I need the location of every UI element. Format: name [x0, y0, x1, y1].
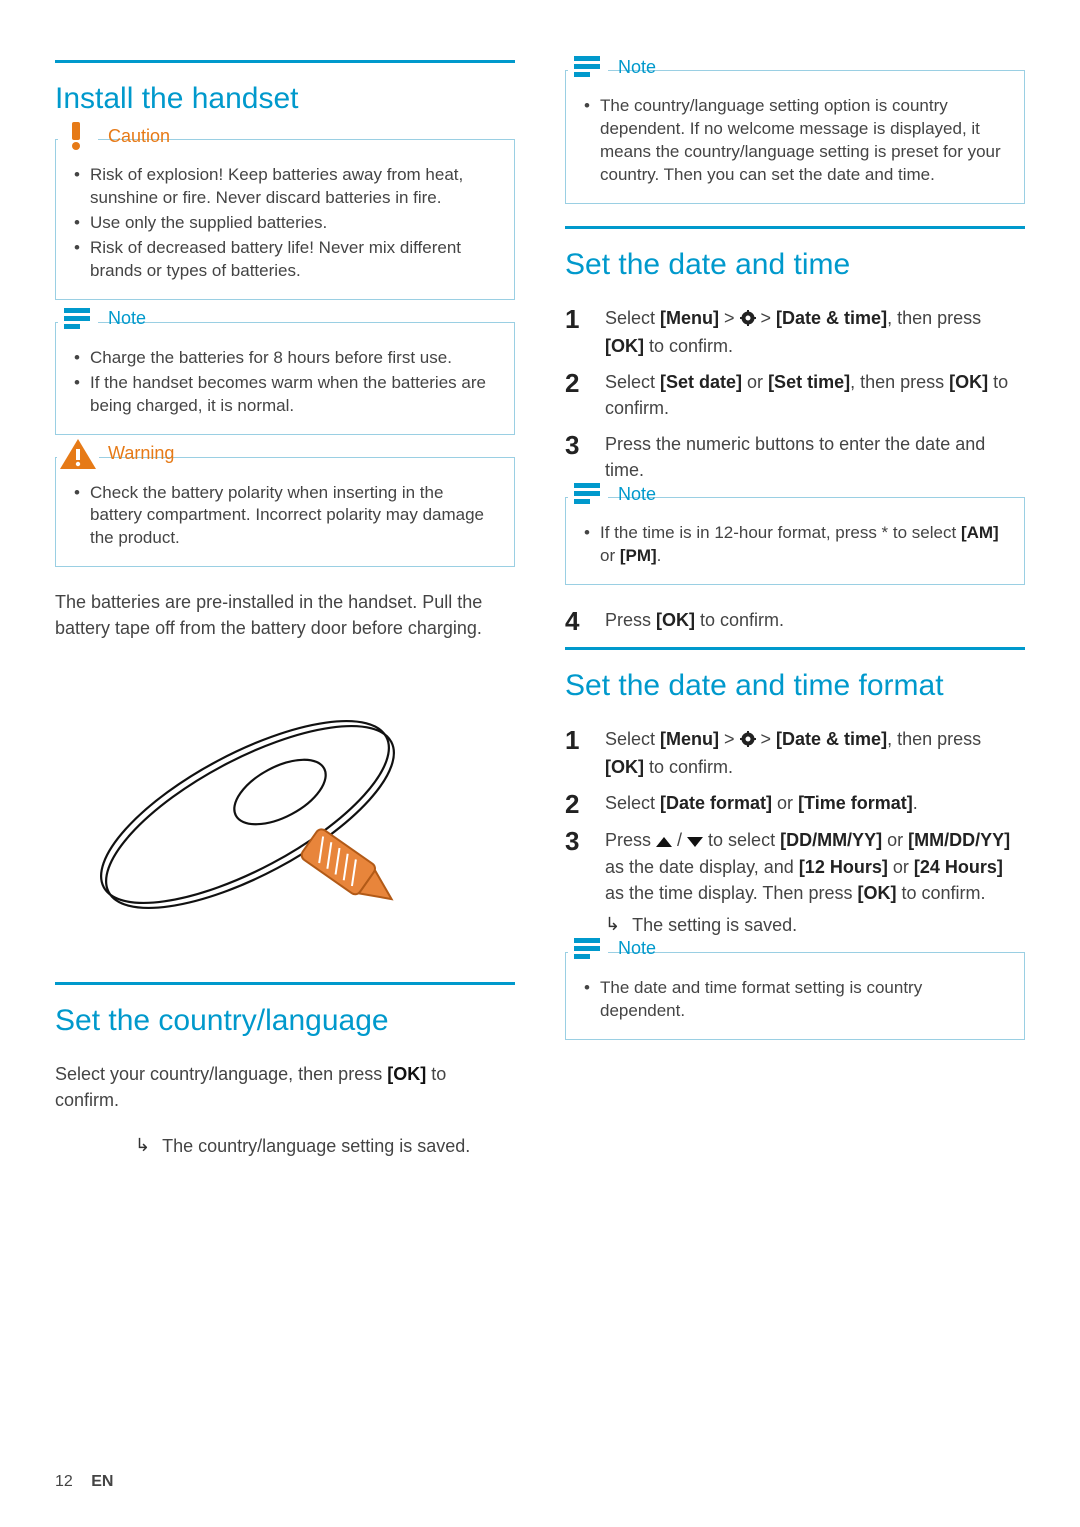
step-item: Select [Menu] > > [Date & time], then pr…: [565, 305, 1025, 359]
note-title: Note: [618, 57, 656, 78]
page-number: 12: [55, 1473, 73, 1490]
warning-box: Warning Check the battery polarity when …: [55, 457, 515, 568]
up-arrow-icon: [656, 828, 672, 854]
country-language-text: Select your country/language, then press…: [55, 1061, 515, 1113]
right-column: Note The country/language setting option…: [565, 60, 1025, 1165]
note-icon: [56, 301, 100, 337]
step-item: Select [Date format] or [Time format].: [565, 790, 1025, 816]
step-item: Select [Menu] > > [Date & time], then pr…: [565, 726, 1025, 780]
install-body-text: The batteries are pre-installed in the h…: [55, 589, 515, 641]
note-item: The date and time format setting is coun…: [584, 977, 1010, 1023]
note-icon: [566, 931, 610, 967]
step-item: Press [OK] to confirm.: [565, 607, 1025, 633]
steps-set-date-time: Select [Menu] > > [Date & time], then pr…: [565, 305, 1025, 484]
caution-title: Caution: [108, 126, 170, 147]
heading-install-handset: Install the handset: [55, 60, 515, 117]
note-item: If the time is in 12-hour format, press …: [584, 522, 1010, 568]
note-icon: [566, 476, 610, 512]
note-title: Note: [618, 938, 656, 959]
page-language: EN: [91, 1473, 113, 1490]
warning-item: Check the battery polarity when insertin…: [74, 482, 500, 551]
step-item: Press / to select [DD/MM/YY] or [MM/DD/Y…: [565, 827, 1025, 938]
heading-set-country-language: Set the country/language: [55, 982, 515, 1039]
note-title: Note: [108, 308, 146, 329]
note-item: Charge the batteries for 8 hours before …: [74, 347, 500, 370]
heading-set-date-time: Set the date and time: [565, 226, 1025, 283]
gear-icon: [740, 307, 756, 333]
result-arrow-icon: ↳: [135, 1133, 150, 1158]
caution-box: Caution Risk of explosion! Keep batterie…: [55, 139, 515, 300]
note-icon: [566, 49, 610, 85]
gear-icon: [740, 728, 756, 754]
handset-illustration: [55, 662, 515, 952]
note-box: Note If the time is in 12-hour format, p…: [565, 497, 1025, 585]
note-item: If the handset becomes warm when the bat…: [74, 372, 500, 418]
down-arrow-icon: [687, 828, 703, 854]
page-footer: 12 EN: [55, 1473, 113, 1491]
warning-title: Warning: [108, 443, 174, 464]
result-row: ↳ The country/language setting is saved.: [55, 1133, 515, 1159]
left-column: Install the handset Caution Risk of expl…: [55, 60, 515, 1165]
step-item: Select [Set date] or [Set time], then pr…: [565, 369, 1025, 421]
steps-set-date-time-cont: Press [OK] to confirm.: [565, 607, 1025, 633]
note-box: Note The country/language setting option…: [565, 70, 1025, 204]
note-item: The country/language setting option is c…: [584, 95, 1010, 187]
note-box: Note The date and time format setting is…: [565, 952, 1025, 1040]
steps-set-date-time-format: Select [Menu] > > [Date & time], then pr…: [565, 726, 1025, 938]
warning-icon: [56, 436, 100, 472]
note-title: Note: [618, 484, 656, 505]
result-text: The country/language setting is saved.: [162, 1133, 470, 1159]
note-box: Note Charge the batteries for 8 hours be…: [55, 322, 515, 435]
caution-item: Use only the supplied batteries.: [74, 212, 500, 235]
caution-icon: [56, 118, 100, 154]
caution-item: Risk of decreased battery life! Never mi…: [74, 237, 500, 283]
heading-set-date-time-format: Set the date and time format: [565, 647, 1025, 704]
caution-item: Risk of explosion! Keep batteries away f…: [74, 164, 500, 210]
